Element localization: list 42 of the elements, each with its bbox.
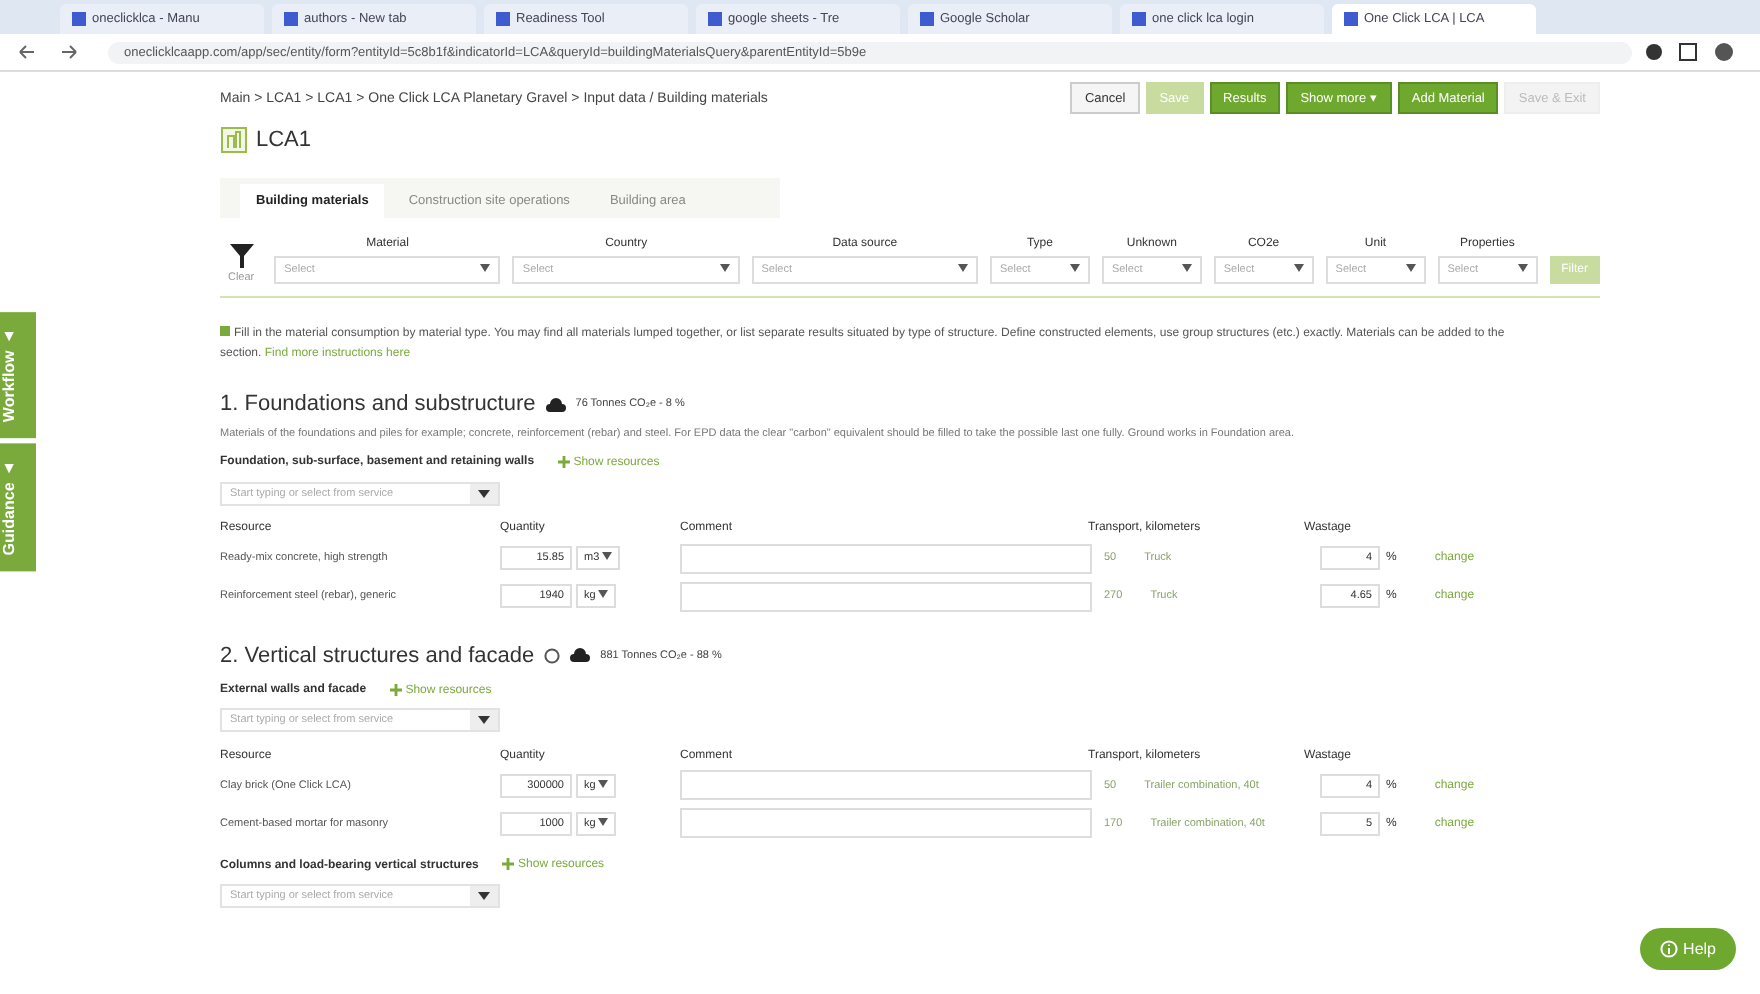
side-tab[interactable]: Workflow ▲: [0, 312, 36, 439]
legend-icon: [220, 326, 230, 336]
caret-icon: [958, 264, 969, 272]
favicon-icon: [284, 12, 298, 26]
comment-field[interactable]: [680, 543, 1092, 574]
favicon-icon: [708, 12, 722, 26]
page-title: LCA1: [256, 128, 312, 152]
dropdown-icon[interactable]: [470, 483, 498, 504]
favicon-icon: [1132, 12, 1146, 26]
caret-icon: [598, 590, 609, 599]
cloud-icon: [545, 397, 566, 412]
dropdown-icon[interactable]: [470, 885, 498, 906]
comment-field[interactable]: [680, 808, 1092, 839]
favicon-icon: [496, 12, 510, 26]
caret-icon: [602, 552, 613, 561]
favicon-icon: [920, 12, 934, 26]
caret-icon: [1517, 264, 1528, 272]
info-icon: [1660, 940, 1679, 958]
help-icon[interactable]: [544, 647, 561, 664]
plus-icon: [390, 683, 403, 696]
caret-icon: [1405, 264, 1416, 272]
filter-icon[interactable]: [229, 244, 254, 268]
help-button[interactable]: Help: [1640, 927, 1736, 970]
plus-icon: [558, 456, 571, 469]
favicon-icon: [1344, 12, 1358, 26]
caret-icon: [598, 817, 609, 826]
comment-field[interactable]: [680, 581, 1092, 612]
favicon-icon: [72, 12, 86, 26]
section-heading: 1. Foundations and substructure: [220, 392, 536, 417]
section-heading: 2. Vertical structures and facade: [220, 643, 535, 668]
dropdown-icon[interactable]: [470, 710, 498, 731]
caret-icon: [1293, 264, 1304, 272]
caret-icon: [1069, 264, 1080, 272]
comment-field[interactable]: [680, 770, 1092, 801]
caret-icon: [1181, 264, 1192, 272]
plus-icon: [502, 858, 515, 871]
side-tab[interactable]: Guidance ▲: [0, 444, 36, 572]
building-icon: [220, 126, 248, 154]
caret-icon: [480, 264, 491, 272]
caret-icon: [719, 264, 730, 272]
cloud-icon: [570, 648, 591, 663]
caret-icon: [598, 779, 609, 788]
